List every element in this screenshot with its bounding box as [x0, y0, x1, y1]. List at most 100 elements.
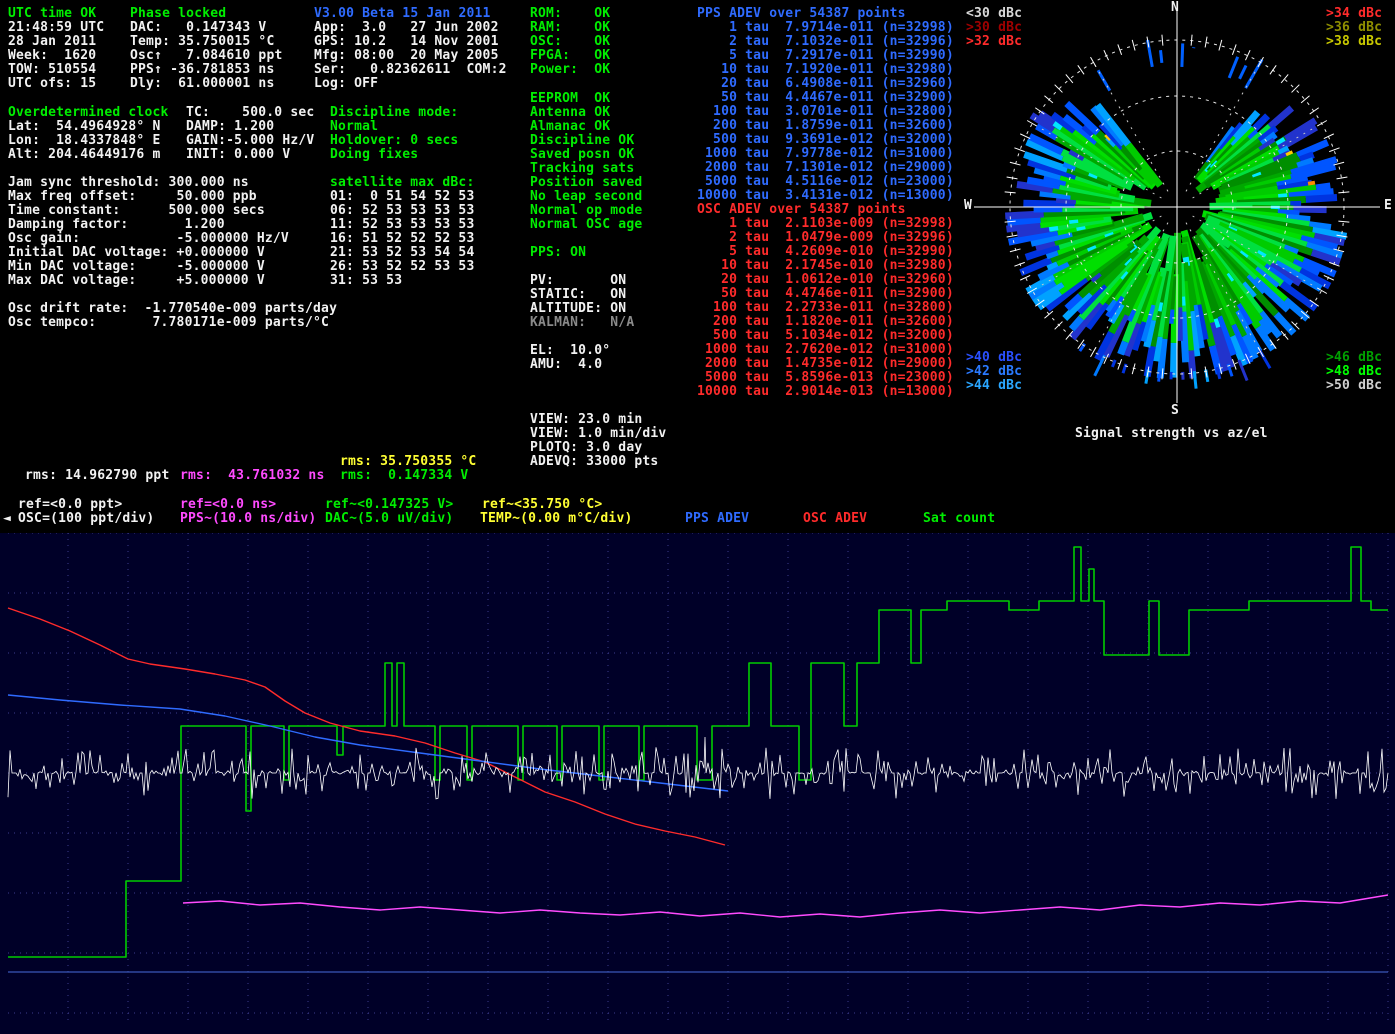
discipline-line: Doing fixes: [330, 148, 458, 162]
pps-adev-row: 10000 tau 3.4131e-012 (n=13000): [697, 189, 954, 203]
phase-info-line: DAC: 0.147343 V: [130, 21, 283, 35]
osc-adev-row: 200 tau 1.1820e-011 (n=32600): [697, 315, 954, 329]
sat-dbc-row: 11: 52 53 53 53 53: [330, 218, 474, 232]
signal-level-label: >42 dBc: [966, 365, 1022, 379]
pps-adev-row: 200 tau 1.8759e-011 (n=32600): [697, 119, 954, 133]
sat-dbc-header: satellite max dBc:: [330, 176, 474, 190]
discipline-mode: Discipline mode:NormalHoldover: 0 secsDo…: [330, 106, 458, 162]
utc-info-line: Week: 1620: [8, 49, 104, 63]
gps-status-line: Saved posn OK: [530, 148, 642, 162]
osc-adev-row: 5 tau 4.2609e-010 (n=32990): [697, 245, 954, 259]
utc-info-line: 28 Jan 2011: [8, 35, 104, 49]
rms-osc: rms: 14.962790 ppt: [25, 469, 169, 483]
ref-dac: ref~<0.147325 V>: [325, 498, 453, 512]
rms-dac: rms: 0.147334 V: [340, 469, 468, 483]
phase-info: DAC: 0.147343 VTemp: 35.750015 °COsc↑ 7.…: [130, 21, 283, 91]
osc-adev-row: 1000 tau 2.7620e-012 (n=31000): [697, 343, 954, 357]
hardware-status: ROM: OKRAM: OKOSC: OKFPGA: OKPower: OK: [530, 7, 610, 77]
fix-flag-line: PV: ON: [530, 274, 626, 288]
version-header: V3.00 Beta 15 Jan 2011: [314, 7, 491, 21]
gps-status-line: Normal op mode: [530, 204, 642, 218]
signal-level-label: >40 dBc: [966, 351, 1022, 365]
view-settings: VIEW: 23.0 minVIEW: 1.0 min/divPLOTQ: 3.…: [530, 413, 666, 469]
signal-level-label: >30 dBc: [966, 21, 1022, 35]
compass-west-label: W: [964, 199, 972, 213]
sat-dbc-row: 16: 51 52 52 52 53: [330, 232, 474, 246]
utc-info: 21:48:59 UTC28 Jan 2011Week: 1620TOW: 51…: [8, 21, 104, 91]
left-arrow-icon: ◄: [3, 512, 11, 526]
polar-graticule: [974, 11, 1380, 403]
loop-param-line: INIT: 0.000 V: [186, 148, 314, 162]
lady-heather-screen: UTC time OK 21:48:59 UTC28 Jan 2011Week:…: [0, 0, 1395, 1034]
hardware-status-line: ROM: OK: [530, 7, 610, 21]
position-line: Lon: 18.4337848° E: [8, 134, 161, 148]
phase-info-line: Osc↑ 7.084610 ppt: [130, 49, 283, 63]
osc-adev-row: 100 tau 2.2733e-011 (n=32800): [697, 301, 954, 315]
osc-adev-row: 10000 tau 2.9014e-013 (n=13000): [697, 385, 954, 399]
pps-adev-row: 5 tau 7.2917e-011 (n=32990): [697, 49, 954, 63]
pps-adev-row: 1 tau 7.9714e-011 (n=32998): [697, 21, 954, 35]
pps-state: PPS: ON: [530, 246, 586, 260]
gps-status-line: Antenna OK: [530, 106, 642, 120]
osc-adev-row: 10 tau 2.1745e-010 (n=32980): [697, 259, 954, 273]
utc-info-line: 21:48:59 UTC: [8, 21, 104, 35]
gps-status-line: Almanac OK: [530, 120, 642, 134]
compass-south-label: S: [1171, 404, 1179, 418]
sat-dbc-row: 21: 53 52 53 54 54: [330, 246, 474, 260]
drift-info: Osc drift rate: -1.770540e-009 parts/day…: [8, 302, 337, 330]
gps-status-line: No leap second: [530, 190, 642, 204]
loop-param-line: GAIN:-5.000 Hz/V: [186, 134, 314, 148]
osc-adev-row: 20 tau 1.0612e-010 (n=32960): [697, 273, 954, 287]
signal-level-label: >38 dBc: [1326, 35, 1382, 49]
pps-adev-table: 1 tau 7.9714e-011 (n=32998) 2 tau 7.1032…: [697, 21, 954, 203]
pps-adev-row: 2000 tau 7.1301e-012 (n=29000): [697, 161, 954, 175]
gps-status-line: Normal OSC age: [530, 218, 642, 232]
signal-level-label: >50 dBc: [1326, 379, 1382, 393]
discipline-line: Discipline mode:: [330, 106, 458, 120]
scale-dac: DAC~(5.0 uV/div): [325, 512, 453, 526]
osc-adev-row: 2 tau 1.0479e-009 (n=32996): [697, 231, 954, 245]
ref-pps: ref=<0.0 ns>: [180, 498, 276, 512]
phase-info-line: PPS↑ -36.781853 ns: [130, 63, 283, 77]
pps-adev-row: 500 tau 9.3691e-012 (n=32000): [697, 133, 954, 147]
phase-info-line: Dly: 61.000001 ns: [130, 77, 283, 91]
ref-osc: ref=<0.0 ppt>: [18, 498, 122, 512]
oscillator-param-line: Time constant: 500.000 secs: [8, 204, 289, 218]
pps-adev-row: 2 tau 7.1032e-011 (n=32996): [697, 35, 954, 49]
loop-params: TC: 500.0 secDAMP: 1.200GAIN:-5.000 Hz/V…: [186, 106, 314, 162]
sat-dbc-row: 26: 53 52 52 53 53: [330, 260, 474, 274]
gps-status-line: Position saved: [530, 176, 642, 190]
discipline-line: Holdover: 0 secs: [330, 134, 458, 148]
rms-temp: rms: 35.750355 °C: [340, 455, 476, 469]
signal-strength-blob: [1005, 40, 1346, 389]
compass-east-label: E: [1384, 199, 1392, 213]
position-line: Lat: 54.4964928° N: [8, 120, 161, 134]
hardware-status-line: OSC: OK: [530, 35, 610, 49]
pps-adev-row: 50 tau 4.4467e-011 (n=32900): [697, 91, 954, 105]
osc-adev-row: 2000 tau 1.4735e-012 (n=29000): [697, 357, 954, 371]
oscillator-param-line: Jam sync threshold: 300.000 ns: [8, 176, 289, 190]
scale-osc: OSC=(100 ppt/div): [18, 512, 154, 526]
osc-adev-row: 5000 tau 5.8596e-013 (n=23000): [697, 371, 954, 385]
legend-osc-adev: OSC ADEV: [803, 512, 867, 526]
signal-level-label: >34 dBc: [1326, 7, 1382, 21]
scale-temp: TEMP~(0.00 m°C/div): [480, 512, 633, 526]
view-setting-line: VIEW: 23.0 min: [530, 413, 666, 427]
utc-info-line: UTC ofs: 15: [8, 77, 104, 91]
mask-settings: EL: 10.0°AMU: 4.0: [530, 344, 610, 372]
legend-pps-adev: PPS ADEV: [685, 512, 749, 526]
version-info-line: Log: OFF: [314, 77, 507, 91]
fix-flags: PV: ONSTATIC: ONALTITUDE: ON: [530, 274, 626, 316]
osc-adev-row: 1 tau 2.1103e-009 (n=32998): [697, 217, 954, 231]
sat-dbc-row: 06: 52 53 53 53 53: [330, 204, 474, 218]
fix-flag-line: STATIC: ON: [530, 288, 626, 302]
gps-status-line: EEPROM OK: [530, 92, 642, 106]
loop-param-line: DAMP: 1.200: [186, 120, 314, 134]
plot-background: [0, 533, 1395, 1034]
osc-adev-table: 1 tau 2.1103e-009 (n=32998) 2 tau 1.0479…: [697, 217, 954, 399]
oscillator-param-line: Damping factor: 1.200: [8, 218, 289, 232]
gps-status-line: Tracking sats: [530, 162, 642, 176]
main-plot[interactable]: [0, 533, 1395, 1034]
fix-flag-line: ALTITUDE: ON: [530, 302, 626, 316]
polar-caption: Signal strength vs az/el: [1075, 427, 1268, 441]
